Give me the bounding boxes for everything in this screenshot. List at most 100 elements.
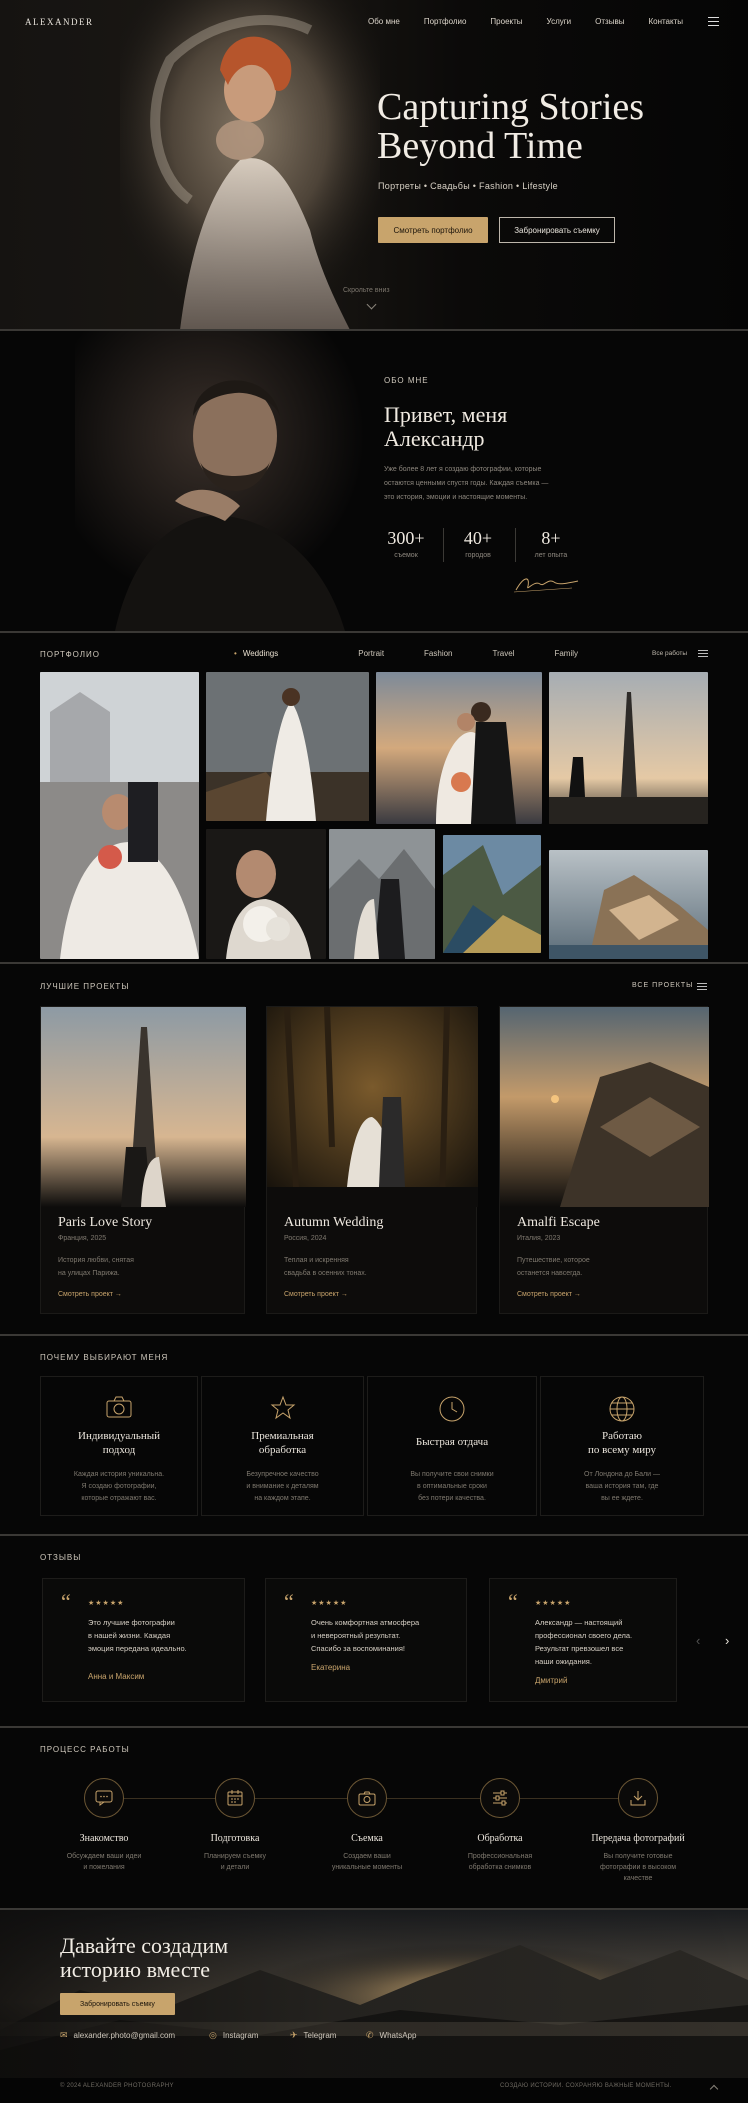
portfolio-photo-couple-mountains[interactable]: [329, 829, 435, 959]
project-title: Autumn Wedding: [284, 1215, 384, 1230]
next-arrow-icon[interactable]: ›: [725, 1633, 729, 1648]
feature-title-line: по всему миру: [587, 1444, 657, 1456]
hero-title: Capturing Stories Beyond Time: [377, 88, 644, 166]
view-project-link[interactable]: Смотреть проект →: [284, 1291, 348, 1298]
project-card-amalfi[interactable]: Amalfi Escape Италия, 2023 Путешествие, …: [499, 1006, 709, 1314]
portfolio-photo-wedding-couple[interactable]: [40, 672, 199, 959]
feature-premium: Премиальная обработка Безупречное качеств…: [201, 1376, 364, 1516]
camera-icon: [106, 1396, 132, 1418]
about-text: Уже более 8 лет я создаю фотографии, кот…: [384, 463, 584, 505]
feature-desc: От Лондона до Бали — ваша история там, гд…: [541, 1469, 703, 1505]
feature-title: Премиальная обработка: [202, 1429, 363, 1457]
instagram-link[interactable]: ◎ Instagram: [209, 2030, 258, 2041]
review-card: “ ★★★★★ Это лучшие фотографии в нашей жиз…: [42, 1578, 245, 1702]
portfolio-photo-couple-sunset[interactable]: [376, 672, 542, 824]
portfolio-photo-eiffel[interactable]: [549, 672, 708, 824]
section-divider: [0, 631, 748, 633]
telegram-link[interactable]: ✈ Telegram: [290, 2030, 336, 2041]
feature-title-line: обработка: [258, 1444, 307, 1456]
stat-value: 40+: [463, 528, 493, 548]
step-desc: Профессиональная обработка снимков: [430, 1851, 570, 1873]
grid-icon[interactable]: [698, 650, 708, 657]
hero-title-line-1: Capturing Stories: [377, 86, 645, 128]
cta-title-line-2: историю вместе: [60, 1957, 210, 1982]
prev-arrow-icon[interactable]: ‹: [696, 1633, 700, 1648]
about-text-line: это история, эмоции и настоящие моменты.: [384, 494, 528, 501]
step-desc-line: Вы получите готовые: [603, 1853, 673, 1860]
view-project-link[interactable]: Смотреть проект →: [58, 1291, 122, 1298]
portfolio-photo-amalfi[interactable]: [549, 850, 708, 959]
download-icon: [630, 1791, 646, 1806]
tab-fashion[interactable]: Fashion: [424, 649, 452, 658]
reviews-label: ОТЗЫВЫ: [40, 1553, 82, 1562]
menu-icon[interactable]: [708, 17, 719, 26]
tab-travel[interactable]: Travel: [493, 649, 515, 658]
project-image: [500, 1007, 709, 1207]
project-desc-line: свадьба в осенних тонах.: [284, 1270, 367, 1277]
project-desc-line: на улицах Парижа.: [58, 1270, 120, 1277]
project-card-autumn[interactable]: Autumn Wedding Россия, 2024 Теплая и иск…: [266, 1006, 478, 1314]
step-desc-line: уникальные моменты: [331, 1864, 403, 1871]
feature-title: Работаю по всему миру: [541, 1429, 703, 1457]
step-desc-line: фотографии в высоком: [599, 1864, 677, 1871]
project-title: Paris Love Story: [58, 1215, 153, 1230]
step-desc-line: обработка снимков: [468, 1864, 532, 1871]
step-title: Обработка: [477, 1833, 523, 1844]
review-text-line: и невероятный результат.: [311, 1631, 401, 1640]
about-title-line-1: Привет, меня: [384, 402, 508, 427]
rating-stars: ★★★★★: [311, 1600, 348, 1607]
step-desc-line: качестве: [623, 1875, 653, 1882]
signature-image: [513, 578, 579, 593]
cta-book-button[interactable]: Забронировать съемку: [60, 1993, 175, 2015]
feature-desc-line: Я создаю фотографии,: [81, 1483, 157, 1490]
tab-portrait[interactable]: Portrait: [358, 649, 384, 658]
whatsapp-link[interactable]: ✆ WhatsApp: [366, 2030, 416, 2041]
view-project-link[interactable]: Смотреть проект →: [517, 1291, 581, 1298]
nav-item-reviews[interactable]: Отзывы: [595, 17, 624, 26]
portfolio-photo-fjord[interactable]: [443, 835, 541, 953]
feature-desc-line: От Лондона до Бали —: [584, 1471, 660, 1478]
review-card: “ ★★★★★ Очень комфортная атмосфера и неве…: [265, 1578, 467, 1702]
nav-item-services[interactable]: Услуги: [547, 17, 572, 26]
tab-weddings[interactable]: • Weddings: [234, 649, 318, 658]
feature-title-line: Премиальная: [251, 1430, 314, 1442]
book-session-button[interactable]: Забронировать съемку: [499, 217, 615, 243]
quote-icon: “: [508, 1589, 518, 1614]
project-desc-line: История любви, снятая: [58, 1257, 134, 1264]
telegram-text: Telegram: [303, 2031, 337, 2040]
nav-item-contacts[interactable]: Контакты: [648, 17, 683, 26]
step-desc: Планируем съемку и детали: [165, 1851, 305, 1873]
review-author: Дмитрий: [535, 1676, 568, 1685]
nav-item-projects[interactable]: Проекты: [490, 17, 522, 26]
portfolio-photo-bride-bouquet[interactable]: [206, 829, 326, 959]
instagram-text: Instagram: [222, 2031, 259, 2040]
review-text-line: эмоция передана идеально.: [88, 1644, 187, 1653]
nav-item-about[interactable]: Обо мне: [368, 17, 400, 26]
review-text-line: Александр — настоящий: [535, 1618, 623, 1627]
grid-icon[interactable]: [697, 983, 707, 990]
nav-item-portfolio[interactable]: Портфолио: [424, 17, 467, 26]
review-text-line: профессионал своего дела.: [535, 1631, 633, 1640]
process-step: Подготовка Планируем съемку и детали: [165, 1778, 305, 1873]
tab-family[interactable]: Family: [554, 649, 578, 658]
hero-title-line-2: Beyond Time: [377, 125, 583, 167]
cta-title-line-1: Давайте создадим: [60, 1933, 229, 1958]
view-portfolio-button[interactable]: Смотреть портфолио: [378, 217, 488, 243]
all-works-link[interactable]: Все работы: [652, 650, 687, 657]
portfolio-photo-bride-boat[interactable]: [206, 672, 369, 821]
about-label: ОБО МНЕ: [384, 376, 429, 385]
project-card-paris[interactable]: Paris Love Story Франция, 2025 История л…: [40, 1006, 246, 1314]
review-text-line: наши ожидания.: [535, 1657, 592, 1666]
email-contact[interactable]: ✉ alexander.photo@gmail.com: [60, 2030, 175, 2041]
all-projects-link[interactable]: ВСЕ ПРОЕКТЫ: [632, 982, 693, 989]
step-icon-wrap: [215, 1778, 255, 1818]
copyright: © 2024 ALEXANDER PHOTOGRAPHY: [60, 2083, 174, 2089]
project-desc-line: останется навсегда.: [517, 1270, 583, 1277]
brand-logo[interactable]: ALEXANDER: [25, 17, 94, 27]
telegram-icon: ✈: [290, 2030, 298, 2040]
tab-label: Weddings: [242, 649, 279, 658]
stat-value: 300+: [387, 528, 425, 548]
step-desc-line: и детали: [220, 1864, 250, 1871]
review-text-line: в нашей жизни. Каждая: [88, 1631, 171, 1640]
process-step: Передача фотографий Вы получите готовые ф…: [568, 1778, 708, 1884]
